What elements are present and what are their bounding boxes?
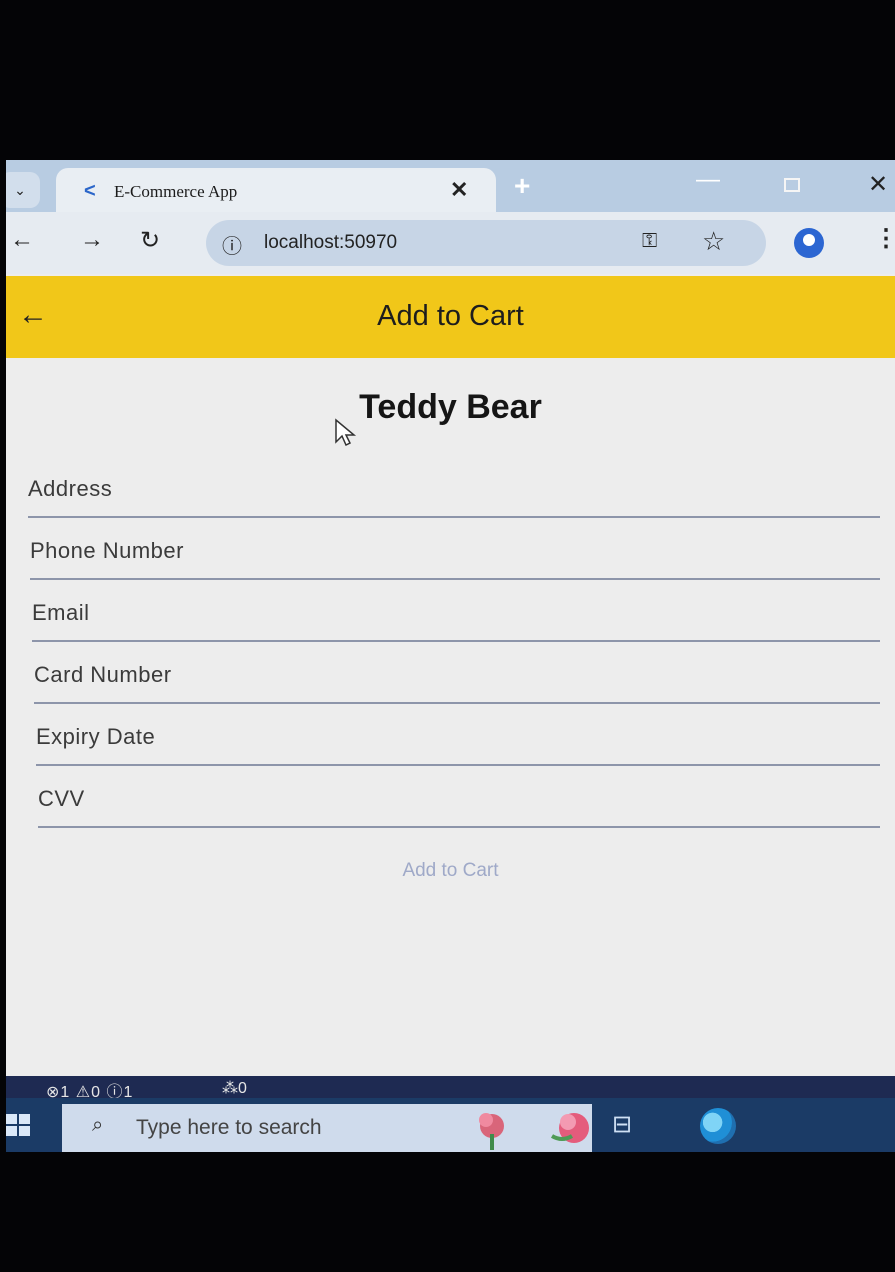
add-to-cart-button[interactable]: Add to Cart xyxy=(6,860,895,882)
field-label: Expiry Date xyxy=(36,724,156,749)
site-info-icon[interactable]: ⓘ xyxy=(222,230,242,259)
mouse-cursor-icon xyxy=(335,418,357,447)
screen: ⌄ < E-Commerce App ✕ + — ✕ ← → ↻ ⓘ local… xyxy=(6,160,895,1152)
tab-close-icon[interactable]: ✕ xyxy=(450,177,468,203)
new-tab-button[interactable]: + xyxy=(514,170,530,202)
flutter-favicon-icon: < xyxy=(84,180,96,202)
card-number-field[interactable]: Card Number xyxy=(34,644,880,704)
forward-arrow-icon[interactable]: → xyxy=(80,226,104,254)
photo-frame: ⌄ < E-Commerce App ✕ + — ✕ ← → ↻ ⓘ local… xyxy=(0,0,895,1272)
email-field[interactable]: Email xyxy=(32,582,880,642)
back-arrow-icon[interactable]: ← xyxy=(10,226,34,254)
taskbar-search-box[interactable]: ⌕ Type here to search xyxy=(62,1104,592,1152)
tab-search-button[interactable]: ⌄ xyxy=(6,172,40,208)
tab-title: E-Commerce App xyxy=(114,182,238,201)
status-strip: ⊗1 ⚠0 ⓘ1 ⁂0 xyxy=(6,1076,895,1101)
window-close-button[interactable]: ✕ xyxy=(868,170,888,199)
minimize-button[interactable]: — xyxy=(696,166,720,194)
browser-toolbar: ← → ↻ ⓘ localhost:50970 ⚿ ☆ ⋮ xyxy=(6,212,895,274)
product-name: Teddy Bear xyxy=(359,388,542,426)
field-label: Card Number xyxy=(34,662,172,687)
field-label: Address xyxy=(28,476,113,501)
windows-start-icon[interactable] xyxy=(6,1114,30,1136)
reload-icon[interactable]: ↻ xyxy=(140,226,160,255)
edge-browser-icon[interactable] xyxy=(700,1108,736,1144)
search-placeholder: Type here to search xyxy=(136,1116,322,1139)
phone-number-field[interactable]: Phone Number xyxy=(30,520,880,580)
field-label: Phone Number xyxy=(30,538,184,563)
more-menu-icon[interactable]: ⋮ xyxy=(874,224,895,253)
search-highlight-flowers-icon xyxy=(479,1113,589,1150)
active-tab[interactable]: < E-Commerce App ✕ xyxy=(56,168,496,212)
field-label: Email xyxy=(32,600,90,625)
address-field[interactable]: Address xyxy=(28,458,880,518)
profile-avatar-icon[interactable] xyxy=(794,228,824,258)
maximize-button[interactable] xyxy=(784,178,800,192)
password-key-icon[interactable]: ⚿ xyxy=(642,230,657,253)
search-icon: ⌕ xyxy=(92,1114,104,1136)
app-bar: ← Add to Cart xyxy=(6,276,895,358)
expiry-date-field[interactable]: Expiry Date xyxy=(36,706,880,766)
bookmark-star-icon[interactable]: ☆ xyxy=(702,226,725,257)
field-label: CVV xyxy=(38,786,85,811)
address-bar[interactable]: ⓘ localhost:50970 ⚿ ☆ xyxy=(206,220,766,266)
url-text[interactable]: localhost:50970 xyxy=(264,232,397,254)
taskbar: ⌕ Type here to search ⊟ xyxy=(6,1098,895,1152)
ports-indicator[interactable]: ⁂0 xyxy=(222,1078,247,1098)
task-view-icon[interactable]: ⊟ xyxy=(612,1110,632,1139)
cvv-field[interactable]: CVV xyxy=(38,768,880,828)
tab-strip: ⌄ < E-Commerce App ✕ + — ✕ xyxy=(6,160,895,212)
page-title: Add to Cart xyxy=(377,300,524,332)
